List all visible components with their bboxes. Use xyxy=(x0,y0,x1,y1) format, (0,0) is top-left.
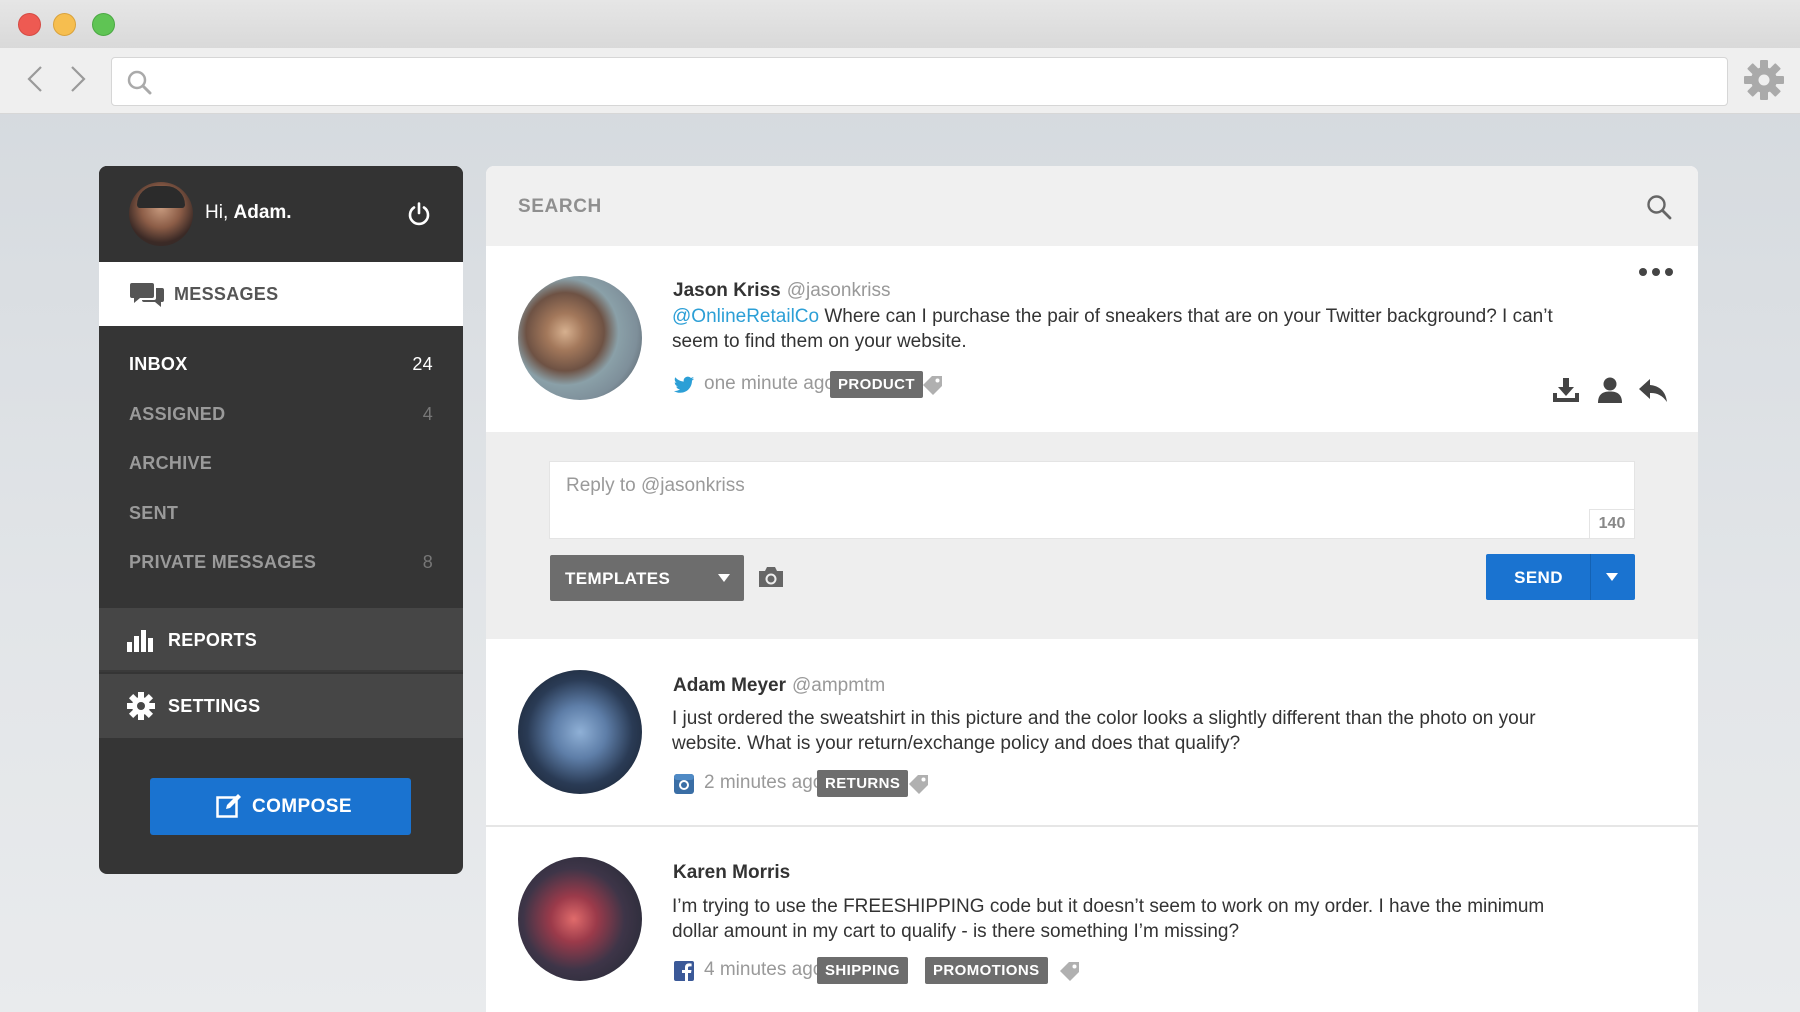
message-meta: 2 minutes ago RETURNS xyxy=(673,770,1073,798)
tag-badge[interactable]: PROMOTIONS xyxy=(925,957,1048,984)
author-handle[interactable]: @jasonkriss xyxy=(787,280,891,301)
templates-label: TEMPLATES xyxy=(565,569,671,588)
message-item[interactable]: Adam Meyer @ampmtm I just ordered the swe… xyxy=(486,639,1698,825)
send-label: SEND xyxy=(1514,568,1563,587)
folder-name: SENT xyxy=(129,503,179,523)
address-bar[interactable] xyxy=(111,57,1728,106)
folder-count: 4 xyxy=(422,404,433,424)
reply-composer: 140 TEMPLATES SEND xyxy=(486,432,1698,639)
sidebar: Hi, Adam. MESSAGES INBOX 24 ASSIGNED 4 A… xyxy=(99,166,463,874)
author-name: Karen Morris xyxy=(673,862,791,883)
compose-label: COMPOSE xyxy=(252,796,352,817)
user-greeting: Hi, Adam. xyxy=(205,202,292,224)
folder-private-messages[interactable]: PRIVATE MESSAGES 8 xyxy=(129,548,433,578)
chevron-down-icon[interactable] xyxy=(1606,573,1618,581)
message-time: 2 minutes ago xyxy=(704,772,824,793)
zoom-window-button[interactable] xyxy=(92,13,115,36)
gear-icon xyxy=(127,692,155,720)
message-body: @OnlineRetailCo Where can I purchase the… xyxy=(672,304,1572,354)
tag-badge[interactable]: SHIPPING xyxy=(817,957,908,984)
message-body: I’m trying to use the FREESHIPPING code … xyxy=(672,894,1572,944)
message-time: one minute ago xyxy=(704,373,835,394)
search-bar[interactable]: SEARCH xyxy=(486,166,1698,246)
bar-chart-icon xyxy=(127,630,153,652)
reply-arrow-icon[interactable] xyxy=(1638,376,1668,404)
more-options-icon[interactable] xyxy=(1638,266,1674,278)
search-label: SEARCH xyxy=(518,196,602,217)
avatar[interactable] xyxy=(129,182,193,246)
window-titlebar xyxy=(0,0,1800,48)
folder-count: 8 xyxy=(422,552,433,572)
templates-dropdown[interactable]: TEMPLATES xyxy=(550,555,744,601)
author-handle[interactable]: @ampmtm xyxy=(792,675,885,696)
tab-messages[interactable]: MESSAGES xyxy=(99,262,463,326)
search-icon xyxy=(127,70,152,95)
instagram-icon xyxy=(674,774,694,794)
chevron-down-icon xyxy=(718,574,730,582)
minimize-window-button[interactable] xyxy=(53,13,76,36)
greeting-prefix: Hi, xyxy=(205,202,229,223)
close-window-button[interactable] xyxy=(18,13,41,36)
nav-settings[interactable]: SETTINGS xyxy=(99,674,463,738)
message-author: Karen Morris xyxy=(673,862,790,884)
user-header: Hi, Adam. xyxy=(99,166,463,262)
compose-button[interactable]: COMPOSE xyxy=(150,778,411,835)
add-tag-icon[interactable] xyxy=(1058,960,1082,982)
tag-badge[interactable]: PRODUCT xyxy=(830,371,923,398)
author-name: Jason Kriss xyxy=(673,280,781,301)
back-arrow-icon[interactable] xyxy=(21,63,51,95)
folder-archive[interactable]: ARCHIVE xyxy=(129,449,433,479)
folder-name: ASSIGNED xyxy=(129,404,226,424)
folder-count: 24 xyxy=(412,354,433,374)
message-panel: SEARCH Jason Kriss @jasonkriss @OnlineRet… xyxy=(486,166,1698,1012)
folder-name: INBOX xyxy=(129,354,188,374)
message-author: Adam Meyer @ampmtm xyxy=(673,675,885,697)
reply-box: 140 xyxy=(549,461,1635,539)
message-meta: one minute ago PRODUCT xyxy=(673,371,1073,399)
send-divider xyxy=(1590,554,1591,600)
avatar[interactable] xyxy=(518,276,642,400)
folder-assigned[interactable]: ASSIGNED 4 xyxy=(129,400,433,430)
tag-badge[interactable]: RETURNS xyxy=(817,770,909,797)
twitter-icon xyxy=(673,376,695,393)
character-counter: 140 xyxy=(1589,509,1635,539)
tab-messages-label: MESSAGES xyxy=(174,284,279,304)
message-item[interactable]: Karen Morris I’m trying to use the FREES… xyxy=(486,827,1698,1012)
message-text: I’m trying to use the FREESHIPPING code … xyxy=(672,896,1545,942)
folder-name: ARCHIVE xyxy=(129,453,213,473)
send-button[interactable]: SEND xyxy=(1486,554,1635,600)
user-name: Adam. xyxy=(233,202,292,223)
message-meta: 4 minutes ago SHIPPING PROMOTIONS xyxy=(673,957,1093,985)
folder-name: PRIVATE MESSAGES xyxy=(129,552,317,572)
avatar[interactable] xyxy=(518,670,642,794)
compose-icon xyxy=(216,794,241,818)
avatar[interactable] xyxy=(518,857,642,981)
reply-input[interactable] xyxy=(550,462,1634,538)
message-item[interactable]: Jason Kriss @jasonkriss @OnlineRetailCo W… xyxy=(486,246,1698,432)
address-input[interactable] xyxy=(162,64,1712,100)
message-body: I just ordered the sweatshirt in this pi… xyxy=(672,706,1572,756)
camera-icon[interactable] xyxy=(757,565,785,589)
folder-sent[interactable]: SENT xyxy=(129,499,433,529)
browser-toolbar xyxy=(0,48,1800,114)
power-icon[interactable] xyxy=(407,202,431,226)
message-time: 4 minutes ago xyxy=(704,959,824,980)
message-text: I just ordered the sweatshirt in this pi… xyxy=(672,708,1536,754)
gear-icon[interactable] xyxy=(1743,59,1785,101)
facebook-icon xyxy=(674,961,694,981)
search-icon[interactable] xyxy=(1646,194,1672,220)
author-name: Adam Meyer xyxy=(673,675,786,696)
nav-reports-label: REPORTS xyxy=(168,630,258,650)
add-tag-icon[interactable] xyxy=(921,374,945,396)
folder-inbox[interactable]: INBOX 24 xyxy=(129,350,433,380)
chat-bubbles-icon xyxy=(130,283,164,307)
add-tag-icon[interactable] xyxy=(907,773,931,795)
nav-reports[interactable]: REPORTS xyxy=(99,608,463,672)
nav-settings-label: SETTINGS xyxy=(168,696,261,716)
mention-link[interactable]: @OnlineRetailCo xyxy=(672,306,819,327)
forward-arrow-icon[interactable] xyxy=(62,63,92,95)
archive-download-icon[interactable] xyxy=(1551,376,1581,404)
assign-user-icon[interactable] xyxy=(1595,376,1625,404)
message-author: Jason Kriss @jasonkriss xyxy=(673,280,891,302)
